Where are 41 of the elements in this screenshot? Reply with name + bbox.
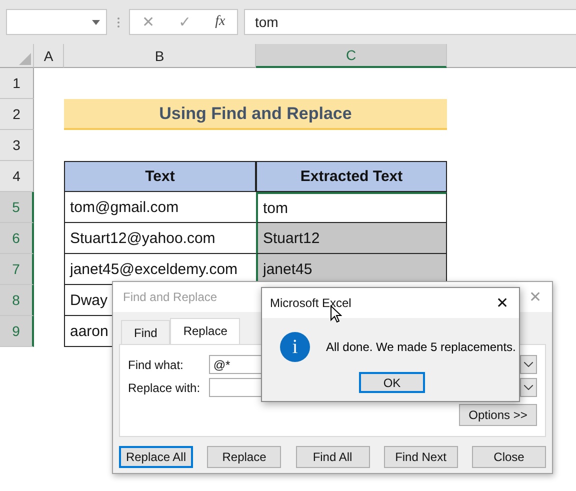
column-header[interactable]: C [256, 44, 447, 68]
column-header[interactable]: A [34, 44, 64, 68]
ok-button[interactable]: OK [359, 372, 425, 393]
sheet-title: Using Find and Replace [64, 99, 447, 130]
header-cell: Extracted Text [256, 161, 447, 192]
dropdown-icon[interactable] [92, 20, 100, 24]
row-header[interactable]: 5 [0, 192, 34, 223]
chevron-icon [524, 362, 533, 367]
row-header[interactable]: 3 [0, 130, 34, 161]
close-button[interactable]: ✕ [496, 294, 509, 312]
dialog-title: Find and Replace [123, 290, 218, 304]
header-cell: Text [64, 161, 256, 192]
row-header[interactable]: 7 [0, 254, 34, 285]
row-header[interactable]: 1 [0, 68, 34, 99]
dialog-button[interactable]: Find Next [384, 446, 458, 468]
row-header[interactable]: 2 [0, 99, 34, 130]
row-header[interactable]: 6 [0, 223, 34, 254]
field-label: Find what: [128, 358, 184, 372]
dropdown-button[interactable] [520, 355, 537, 374]
grip-icon [116, 16, 120, 28]
dialog-button[interactable]: Replace All [119, 446, 193, 468]
row-header[interactable]: 4 [0, 161, 34, 192]
column-header[interactable]: B [64, 44, 256, 68]
tab[interactable]: Replace [170, 318, 240, 344]
message-title: Microsoft Excel [270, 296, 352, 310]
dialog-button[interactable]: Find All [296, 446, 370, 468]
dialog-button[interactable]: Replace [207, 446, 282, 468]
chevron-icon [524, 385, 533, 390]
field-label: Replace with: [128, 380, 202, 394]
table-cell: Stuart12 [256, 223, 447, 254]
info-icon: i [280, 332, 310, 362]
dropdown-button[interactable] [520, 378, 537, 397]
options-button[interactable]: Options >> [459, 404, 537, 426]
row-header[interactable]: 9 [0, 316, 34, 347]
table-cell: tom@gmail.com [64, 192, 256, 223]
dialog-button[interactable]: Close [472, 446, 546, 468]
formula-field[interactable]: tom [244, 9, 576, 35]
row-header[interactable]: 8 [0, 285, 34, 316]
tab[interactable]: Find [121, 320, 170, 344]
insert-function-button[interactable]: fx [215, 14, 226, 30]
message-text: All done. We made 5 replacements. [326, 340, 516, 354]
